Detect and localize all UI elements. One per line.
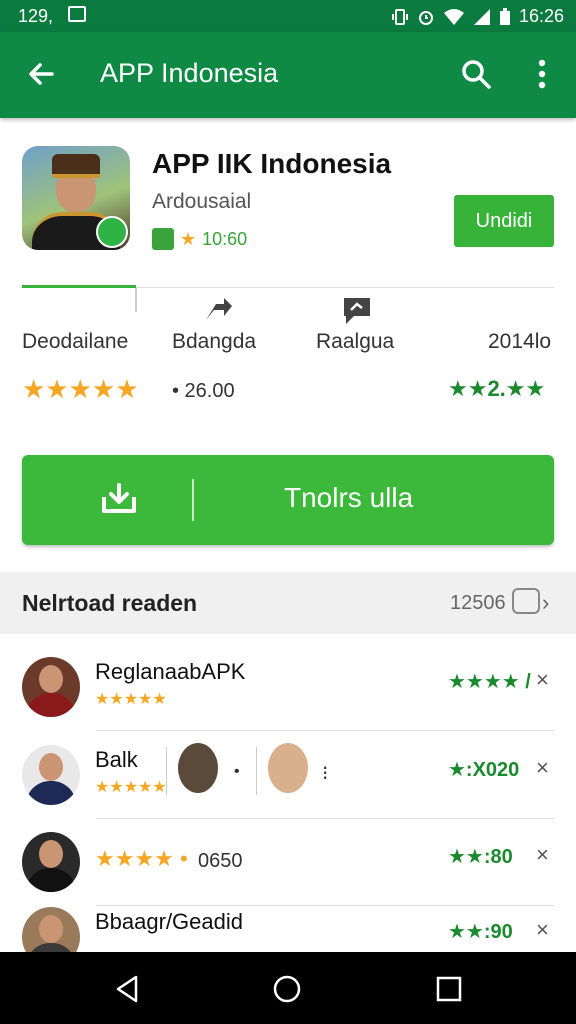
developer-name[interactable]: Ardousaial <box>152 190 251 214</box>
search-icon[interactable] <box>458 56 494 92</box>
status-icons: 16:26 <box>391 6 564 27</box>
star-icon: ★ <box>180 228 197 249</box>
list-item[interactable]: ★★★★ • 0650 ★★:80 × <box>0 820 576 906</box>
list-item-rating: ★★:80 <box>448 846 513 868</box>
close-icon[interactable]: × <box>536 917 549 943</box>
list-item[interactable]: Balk ★★★★★ • ⁝ ★:X020 × <box>0 733 576 819</box>
list-item-value: 0650 <box>198 850 243 872</box>
more-dots-icon[interactable]: ⁝ <box>322 761 328 786</box>
avatar <box>22 657 80 717</box>
status-time: 16:26 <box>518 6 564 26</box>
install-button-label: Tnolrs ulla <box>284 482 414 513</box>
install-button-small[interactable]: Undidi <box>454 195 554 247</box>
alarm-icon <box>418 10 433 25</box>
list-item-rating: ★★★★ / <box>448 671 531 693</box>
meta-value: 10:60 <box>202 228 248 249</box>
list-item-rating: ★★:90 <box>448 921 513 943</box>
app-icon <box>22 146 130 250</box>
comment-icon <box>344 298 370 324</box>
rating-stars: ★★★★★ <box>22 374 139 404</box>
divider <box>256 747 257 795</box>
stat-downloads: Deodailane <box>22 330 129 353</box>
list-item-stars: ★★★★ • <box>95 846 188 871</box>
dot: • <box>234 763 240 780</box>
avatar <box>22 832 80 892</box>
list-item-stars: ★★★★★ <box>95 691 167 708</box>
list-item-name: ReglanaabAPK <box>95 659 246 684</box>
stat-reviews: Raalgua <box>316 330 395 353</box>
section-count: 12506 <box>450 592 506 614</box>
refresh-icon[interactable] <box>512 588 540 614</box>
button-separator <box>192 479 194 521</box>
close-icon[interactable]: × <box>536 667 549 693</box>
app-meta: ★ 10:60 <box>152 228 247 250</box>
back-arrow-icon[interactable] <box>22 54 62 94</box>
battery-icon <box>499 7 510 25</box>
tab-separator <box>135 288 137 312</box>
close-icon[interactable]: × <box>536 755 549 781</box>
list-item-name: Balk <box>95 747 138 772</box>
avatar <box>178 743 218 793</box>
chevron-right-icon[interactable]: › <box>542 590 549 616</box>
signal-icon <box>473 8 490 25</box>
image-notification-icon <box>68 6 86 22</box>
stat-date: 2014lo <box>488 330 552 353</box>
download-icon <box>102 483 136 513</box>
app-bar-title: APP Indonesia <box>100 58 279 88</box>
more-options-icon[interactable] <box>530 56 554 92</box>
back-icon[interactable] <box>110 972 144 1006</box>
active-tab-indicator <box>22 285 136 288</box>
stat-category: Bdangda <box>172 330 257 353</box>
home-icon[interactable] <box>270 972 304 1006</box>
share-icon <box>206 298 232 320</box>
divider <box>166 747 167 795</box>
app-name: APP IIK Indonesia <box>152 148 392 179</box>
install-button[interactable]: Tnolrs ulla <box>22 455 554 545</box>
list-item-name: Bbaagr/Geadid <box>95 909 243 934</box>
rating-right: ★★2.★★ <box>448 376 546 401</box>
list-item-rating: ★:X020 <box>448 759 520 781</box>
section-header: Nelrtoad readen 12506 › <box>0 572 576 634</box>
app-bar: APP Indonesia <box>0 32 576 118</box>
status-time-left: 129, <box>18 6 54 26</box>
navigation-bar <box>0 952 576 1024</box>
status-bar: 129, 16:26 <box>0 0 576 32</box>
content-rating-icon <box>152 228 174 250</box>
avatar <box>268 743 308 793</box>
avatar <box>22 745 80 805</box>
rating-value: • 26.00 <box>172 380 235 402</box>
list-item[interactable]: ReglanaabAPK ★★★★★ ★★★★ / × <box>0 645 576 731</box>
verified-badge-icon <box>96 216 128 248</box>
vibrate-icon <box>391 8 408 25</box>
recents-icon[interactable] <box>432 972 466 1006</box>
section-title: Nelrtoad readen <box>22 590 198 616</box>
close-icon[interactable]: × <box>536 842 549 868</box>
wifi-icon <box>443 8 464 25</box>
list-item-stars: ★★★★★ <box>95 779 167 796</box>
